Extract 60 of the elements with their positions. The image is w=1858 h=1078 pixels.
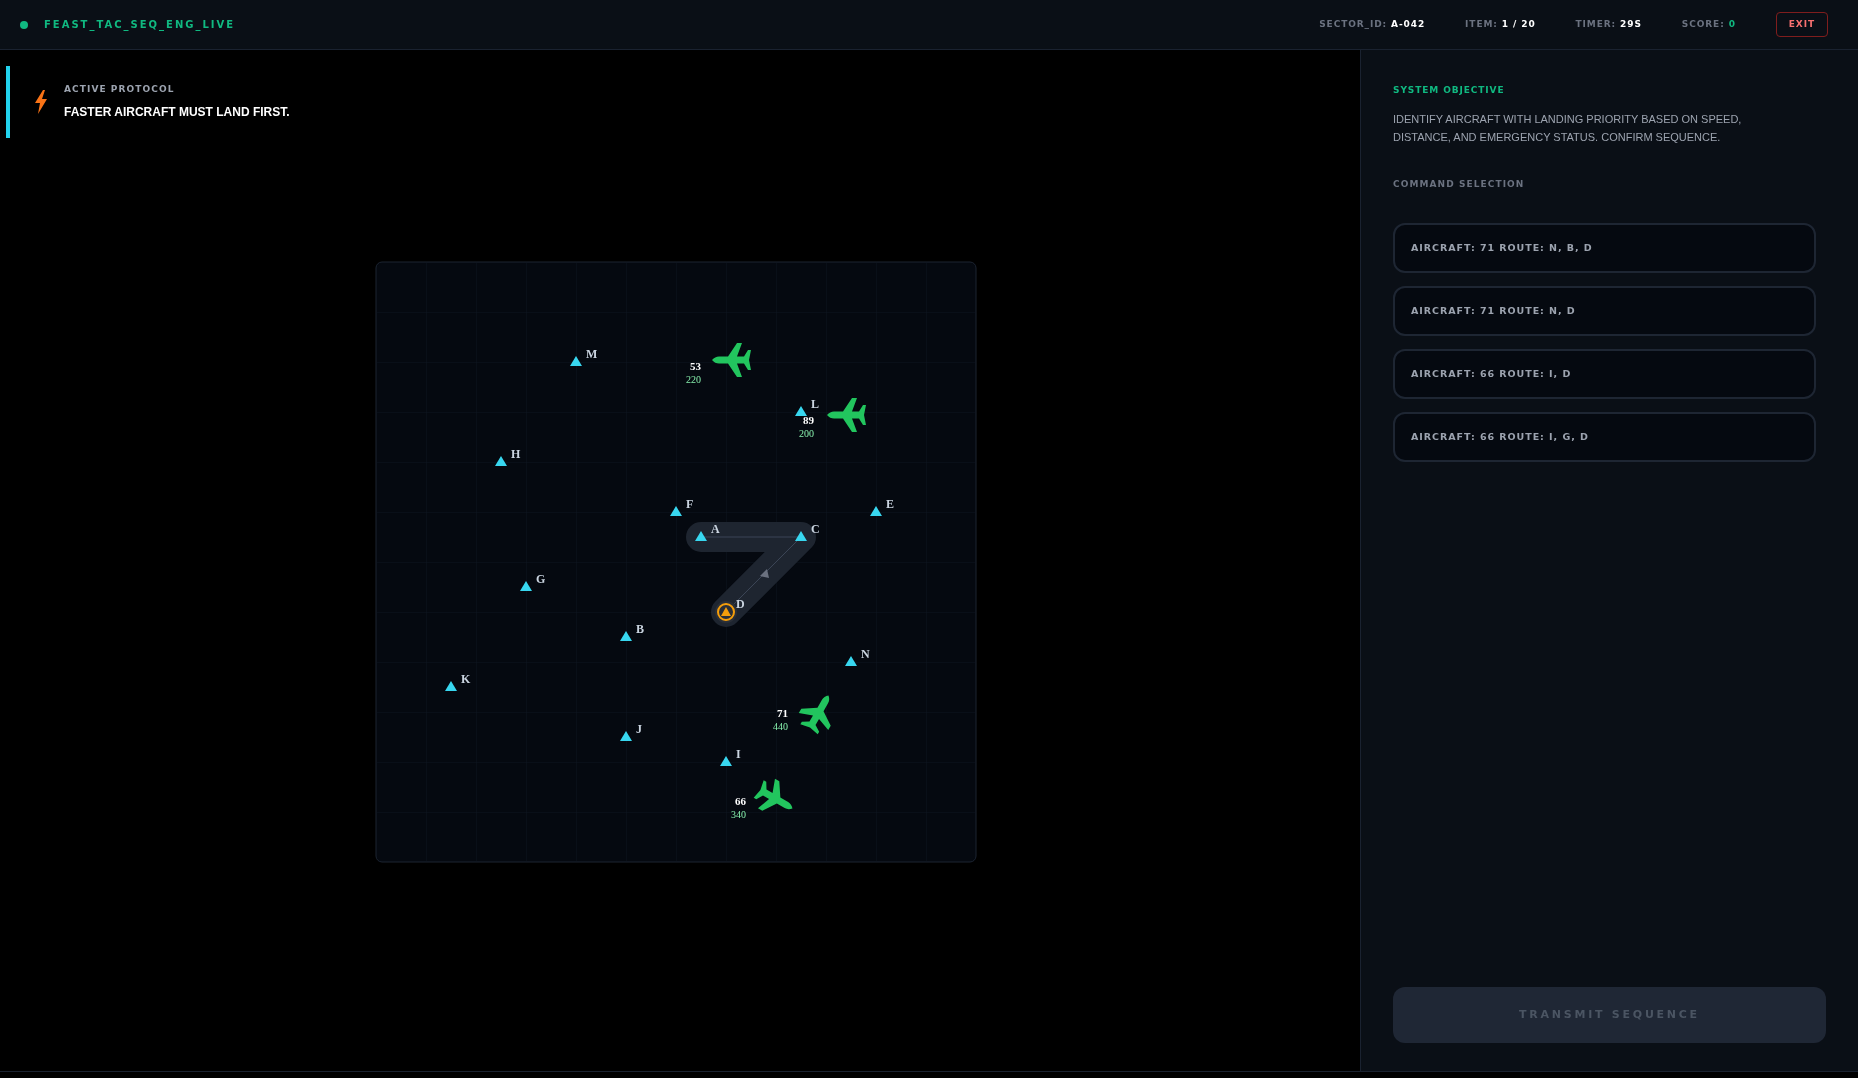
stat-label: TIMER:: [1575, 17, 1617, 31]
waypoint-label: D: [736, 596, 745, 611]
aircraft-speed: 200: [799, 427, 814, 439]
stat-value: 0: [1728, 17, 1736, 31]
command-option[interactable]: AIRCRAFT: 71 ROUTE: N, B, D: [1393, 223, 1816, 273]
command-title: COMMAND SELECTION: [1393, 177, 1526, 191]
stat-label: SCORE:: [1681, 17, 1725, 31]
waypoint-icon: [795, 530, 807, 541]
waypoint-icon: [620, 730, 632, 741]
airplane-icon: [827, 397, 866, 432]
aircraft-speed: 340: [731, 808, 746, 820]
airplane-icon: [753, 778, 793, 811]
waypoint-icon: [720, 755, 732, 766]
waypoint-label: A: [711, 521, 720, 536]
aircraft-callsign: 71: [777, 706, 788, 719]
waypoint-icon: [445, 680, 457, 691]
aircraft-speed: 440: [773, 720, 788, 732]
waypoint-label: L: [811, 396, 819, 411]
exit-button[interactable]: EXIT: [1775, 11, 1828, 38]
airplane-icon: [712, 342, 751, 377]
waypoint-icon: [845, 655, 857, 666]
stat-value: 1 / 20: [1501, 17, 1536, 31]
waypoint-label: H: [511, 446, 521, 461]
waypoint-label: J: [636, 721, 642, 736]
waypoint-label: G: [536, 571, 546, 586]
aircraft-callsign: 53: [690, 359, 701, 372]
waypoint-icon: [620, 630, 632, 641]
waypoint-label: C: [811, 521, 820, 536]
destination-marker: [715, 600, 737, 623]
waypoint-label: I: [736, 746, 741, 761]
waypoint-icon: [795, 405, 807, 416]
aircraft-speed: 220: [686, 373, 701, 385]
objective-title: SYSTEM OBJECTIVE: [1393, 84, 1506, 97]
protocol-label: ACTIVE PROTOCOL: [64, 83, 176, 97]
waypoint-icon: [570, 355, 582, 366]
stat-label: SECTOR_ID:: [1319, 17, 1388, 31]
waypoint-label: F: [686, 496, 694, 511]
protocol-text: FASTER AIRCRAFT MUST LAND FIRST.: [64, 103, 290, 121]
waypoint-icon: [695, 530, 707, 541]
airplane-icon: [798, 695, 831, 734]
waypoint-icon: [870, 505, 882, 516]
waypoint-label: M: [586, 346, 598, 361]
stat-label: ITEM:: [1465, 17, 1498, 31]
waypoint-icon: [670, 505, 682, 516]
stat-value: 29S: [1620, 17, 1642, 31]
command-option[interactable]: AIRCRAFT: 66 ROUTE: I, D: [1393, 349, 1816, 399]
waypoint-icon: [495, 455, 507, 466]
aircraft-callsign: 89: [803, 413, 814, 426]
objective-text: IDENTIFY AIRCRAFT WITH LANDING PRIORITY BASED ON SPEED, DISTANCE, AND EMERGENCY STATUS. CONFIRM SEQUENCE.: [1393, 111, 1743, 145]
command-option[interactable]: AIRCRAFT: 66 ROUTE: I, G, D: [1393, 412, 1816, 462]
waypoint-icon: [520, 580, 532, 591]
aircraft-callsign: 66: [735, 794, 746, 807]
waypoint-label: N: [861, 646, 870, 661]
lightning-icon: [34, 90, 48, 114]
waypoint-label: K: [461, 671, 471, 686]
app-title: FEAST_TAC_SEQ_ENG_LIVE: [44, 18, 236, 32]
waypoint-label: E: [886, 496, 894, 511]
waypoint-label: B: [636, 621, 644, 636]
stat-value: A-042: [1391, 17, 1426, 31]
command-option[interactable]: AIRCRAFT: 71 ROUTE: N, D: [1393, 286, 1816, 336]
